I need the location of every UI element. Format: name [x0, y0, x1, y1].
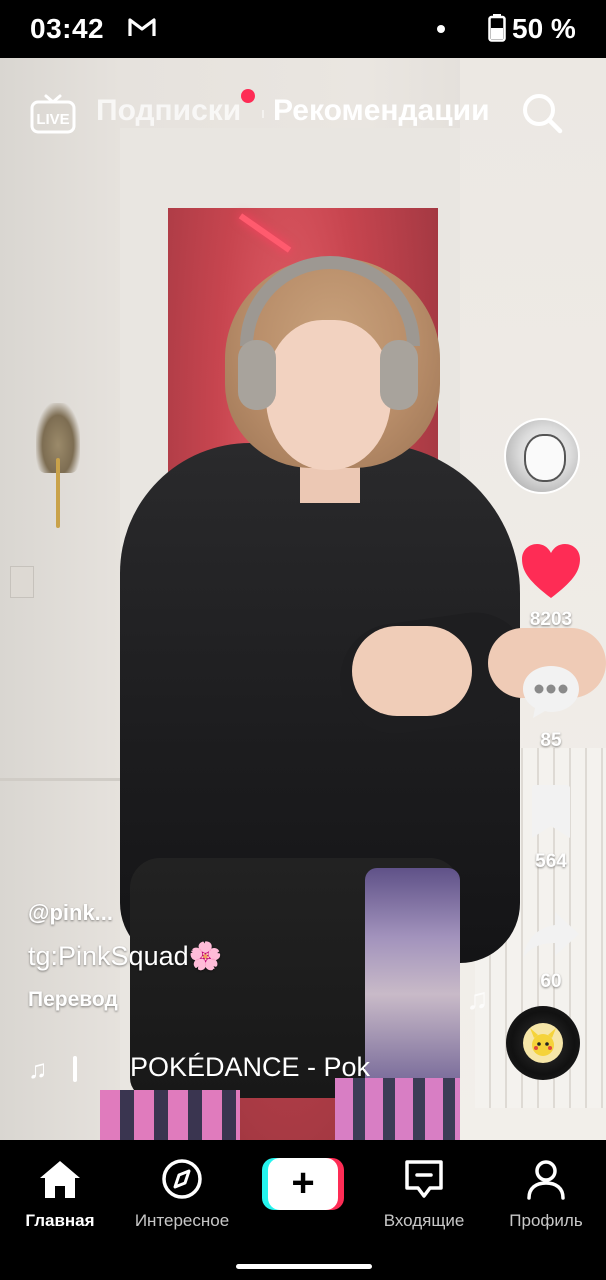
bookmark-button[interactable]: 564: [496, 784, 606, 873]
svg-text:LIVE: LIVE: [36, 111, 69, 128]
comment-count: 85: [540, 730, 562, 751]
nav-inbox[interactable]: Входящие: [364, 1158, 484, 1231]
inbox-icon: [405, 1160, 443, 1198]
video-info: @pink... tg:PinkSquad🌸 Перевод: [28, 900, 428, 1012]
nav-profile-label: Профиль: [509, 1211, 583, 1230]
live-icon[interactable]: LIVE: [30, 90, 76, 136]
new-content-dot: [241, 89, 255, 103]
action-rail: 8203 85 564 60 ♫: [466, 58, 606, 1140]
nav-profile[interactable]: Профиль: [486, 1158, 606, 1231]
home-icon: [40, 1161, 80, 1198]
share-count: 60: [540, 971, 562, 992]
battery-icon: [488, 14, 506, 42]
bookmark-icon: [532, 785, 570, 838]
comment-button[interactable]: 85: [496, 663, 606, 752]
music-disc[interactable]: [506, 1006, 580, 1080]
floating-note-icon: ♫: [466, 983, 489, 1016]
nav-inbox-label: Входящие: [383, 1211, 465, 1230]
compass-icon: [162, 1159, 202, 1199]
heart-icon: [522, 544, 580, 598]
creator-avatar[interactable]: [504, 418, 580, 494]
share-button[interactable]: 60: [496, 908, 606, 993]
music-note-icon: ♫: [28, 1054, 48, 1084]
music-row[interactable]: ♫ POKÉDANCE - Pok: [28, 1052, 388, 1088]
music-title: POKÉDANCE - Pok: [130, 1052, 370, 1082]
comment-icon: [523, 666, 579, 718]
wall-socket: [10, 566, 34, 598]
plus-icon: +: [268, 1158, 338, 1210]
nav-discover[interactable]: Интересное: [122, 1158, 242, 1231]
like-button[interactable]: 8203: [496, 542, 606, 631]
video-description: tg:PinkSquad🌸: [28, 941, 223, 971]
gmail-icon: [128, 18, 156, 36]
translate-button[interactable]: Перевод: [28, 988, 428, 1012]
tab-for-you[interactable]: Рекомендации: [273, 94, 527, 128]
create-button[interactable]: +: [262, 1158, 344, 1210]
author-username[interactable]: @pink...: [28, 900, 428, 926]
nav-home-label: Главная: [25, 1211, 95, 1230]
status-time: 03:42: [30, 13, 105, 44]
nav-discover-label: Интересное: [134, 1211, 230, 1230]
bottom-nav: Главная Интересное + Входящие Профиль: [0, 1140, 606, 1280]
share-arrow-icon: [523, 912, 579, 958]
notification-dot-icon: [437, 25, 445, 33]
pikachu-icon: [523, 1023, 563, 1063]
dancer-hand: [352, 626, 472, 716]
nav-home[interactable]: Главная: [0, 1158, 120, 1231]
like-count: 8203: [529, 609, 573, 630]
bookmark-count: 564: [535, 851, 567, 872]
tiktok-screen: 03:42 50 % LIVE Подписки Рекомендации 82…: [0, 0, 606, 1280]
profile-icon: [527, 1160, 565, 1200]
status-bar: 03:42 50 %: [0, 0, 606, 58]
battery-percent: 50 %: [512, 13, 576, 44]
home-indicator: [236, 1264, 372, 1269]
tab-following[interactable]: Подписки: [96, 94, 241, 128]
